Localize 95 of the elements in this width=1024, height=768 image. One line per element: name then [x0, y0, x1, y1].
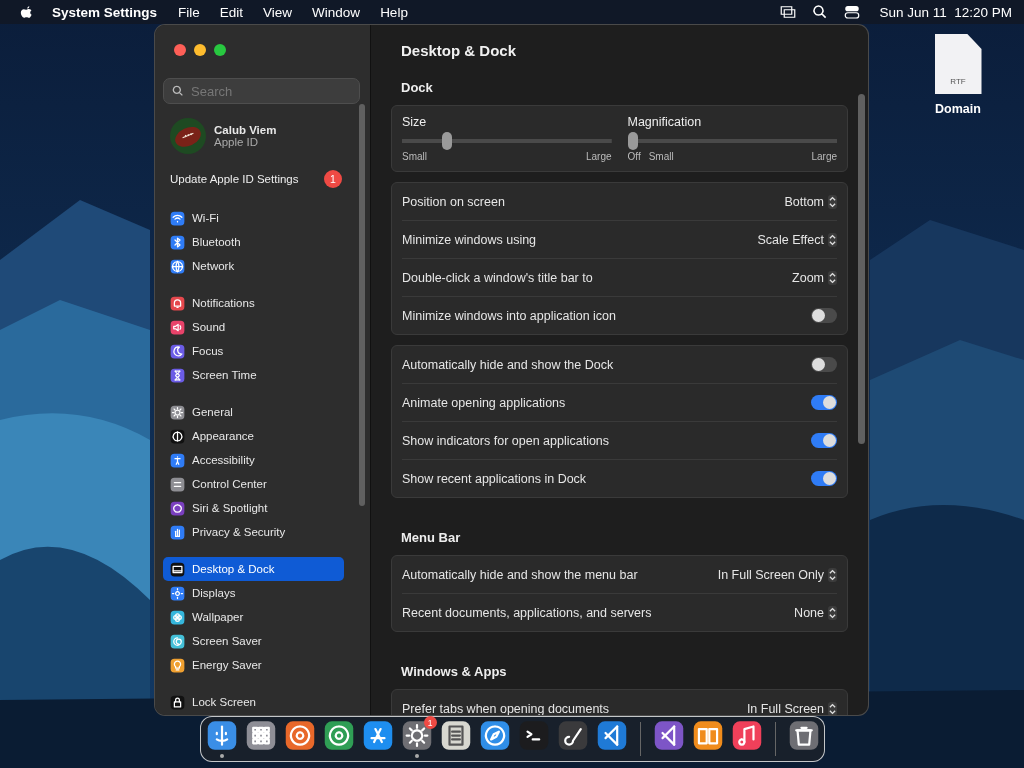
document-icon[interactable]: RTF: [934, 34, 982, 94]
notepad-icon[interactable]: [439, 720, 472, 752]
setting-label: Minimize windows using: [402, 232, 537, 247]
setting-label: Animate opening applications: [402, 395, 566, 410]
app-name-menu[interactable]: System Settings: [52, 4, 158, 20]
up-down-chevron-icon: [828, 270, 837, 285]
slider-label: Magnification: [627, 115, 703, 129]
up-down-chevron-icon: [828, 232, 837, 247]
popup-button[interactable]: Bottom: [780, 192, 837, 211]
sidebar-item[interactable]: Privacy & Security: [163, 520, 344, 544]
scale-label: Off: [627, 151, 641, 162]
search-field[interactable]: Search: [163, 78, 360, 104]
menu-item[interactable]: Help: [380, 4, 408, 20]
chevron-icon[interactable]: [652, 720, 685, 752]
sidebar-item[interactable]: Sound: [163, 315, 344, 339]
sidebar-item[interactable]: Control Center: [163, 472, 344, 496]
face-icon[interactable]: [205, 720, 238, 752]
account-name[interactable]: Calub Viem: [214, 124, 277, 136]
toggle-switch[interactable]: [811, 357, 837, 372]
slider-thumb[interactable]: [441, 132, 452, 150]
compass-icon[interactable]: [478, 720, 511, 752]
sidebar-item[interactable]: Screen Saver: [163, 629, 344, 653]
ring-icon[interactable]: [283, 720, 316, 752]
sidebar-item[interactable]: Wi-Fi: [163, 206, 344, 230]
sidebar-item[interactable]: Displays: [163, 581, 344, 605]
sidebar-item[interactable]: Notifications: [163, 291, 344, 315]
music-note-icon[interactable]: [730, 720, 763, 752]
sidebar-item[interactable]: General: [163, 400, 344, 424]
gear-icon[interactable]: [400, 720, 433, 752]
section-title: Menu Bar: [401, 530, 462, 545]
setting-label: Double-click a window's title bar to: [402, 270, 593, 285]
update-settings-link[interactable]: Update Apple ID Settings: [170, 173, 299, 185]
toggle-switch[interactable]: [811, 395, 837, 410]
setting-label: Recent documents, applications, and servers: [402, 605, 652, 620]
file-type-text: RTF: [950, 77, 966, 86]
scale-label: Large: [585, 151, 612, 162]
sidebar-item[interactable]: Energy Saver: [163, 653, 344, 677]
chevron-icon[interactable]: [595, 720, 628, 752]
setting-label: Show recent applications in Dock: [402, 471, 587, 486]
menu-item[interactable]: File: [178, 4, 200, 20]
setting-label: Automatically hide and show the menu bar: [402, 567, 638, 582]
popup-button[interactable]: None: [790, 603, 837, 622]
setting-label: Position on screen: [402, 194, 505, 209]
setting-label: Prefer tabs when opening documents: [402, 701, 610, 715]
sidebar-item[interactable]: Accessibility: [163, 448, 344, 472]
file-name[interactable]: Domain: [935, 102, 981, 116]
sidebar-item[interactable]: Siri & Spotlight: [163, 496, 344, 520]
clock[interactable]: Sun Jun 11 12:20 PM: [879, 4, 1012, 20]
grid-icon[interactable]: [244, 720, 277, 752]
sidebar-item[interactable]: Desktop & Dock: [163, 557, 344, 581]
scrollbar[interactable]: [858, 94, 865, 444]
sidebar-item[interactable]: Screen Time: [163, 363, 344, 387]
toggle-switch[interactable]: [811, 433, 837, 448]
section-title: Windows & Apps: [401, 664, 508, 679]
scale-label: Small: [648, 151, 674, 162]
sidebar-item[interactable]: Wallpaper: [163, 605, 344, 629]
scrollbar[interactable]: [359, 104, 365, 506]
tool-icon[interactable]: [361, 720, 394, 752]
minimize-button[interactable]: [194, 44, 206, 56]
slider-thumb[interactable]: [627, 132, 638, 150]
up-down-chevron-icon: [828, 567, 837, 582]
toggle-switch[interactable]: [811, 308, 837, 323]
close-button[interactable]: [174, 44, 186, 56]
popup-button[interactable]: Scale Effect: [753, 230, 837, 249]
slider-label: Size: [402, 115, 428, 129]
menu-item[interactable]: View: [263, 4, 293, 20]
trash-icon[interactable]: [787, 720, 820, 752]
account-subtitle: Apple ID: [214, 136, 260, 148]
sidebar-item[interactable]: Network: [163, 254, 344, 278]
scale-label: Large: [811, 151, 837, 162]
sidebar-item[interactable]: Appearance: [163, 424, 344, 448]
book-icon[interactable]: [691, 720, 724, 752]
page-title: Desktop & Dock: [400, 41, 518, 61]
setting-label: Automatically hide and show the Dock: [402, 357, 614, 372]
ring-icon[interactable]: [322, 720, 355, 752]
terminal-icon[interactable]: [517, 720, 550, 752]
scale-label: Small: [402, 151, 427, 162]
popup-button[interactable]: Zoom: [788, 268, 837, 287]
windows-icon[interactable]: [779, 3, 798, 21]
search-icon: [171, 84, 185, 98]
setting-label: Minimize windows into application icon: [402, 308, 616, 323]
sidebar-item[interactable]: Bluetooth: [163, 230, 344, 254]
sidebar-item[interactable]: Lock Screen: [163, 690, 344, 714]
toggle-switch[interactable]: [811, 471, 837, 486]
setting-label: Show indicators for open applications: [402, 433, 610, 448]
up-down-chevron-icon: [828, 194, 837, 209]
toggles-icon[interactable]: [843, 3, 862, 21]
notification-badge: 1: [324, 170, 342, 188]
popup-button[interactable]: In Full Screen Only: [713, 565, 837, 584]
section-title: Dock: [401, 80, 434, 95]
up-down-chevron-icon: [828, 605, 837, 620]
menu-item[interactable]: Edit: [219, 4, 244, 20]
sidebar-item[interactable]: Focus: [163, 339, 344, 363]
menu-item[interactable]: Window: [312, 4, 361, 20]
zoom-button[interactable]: [214, 44, 226, 56]
